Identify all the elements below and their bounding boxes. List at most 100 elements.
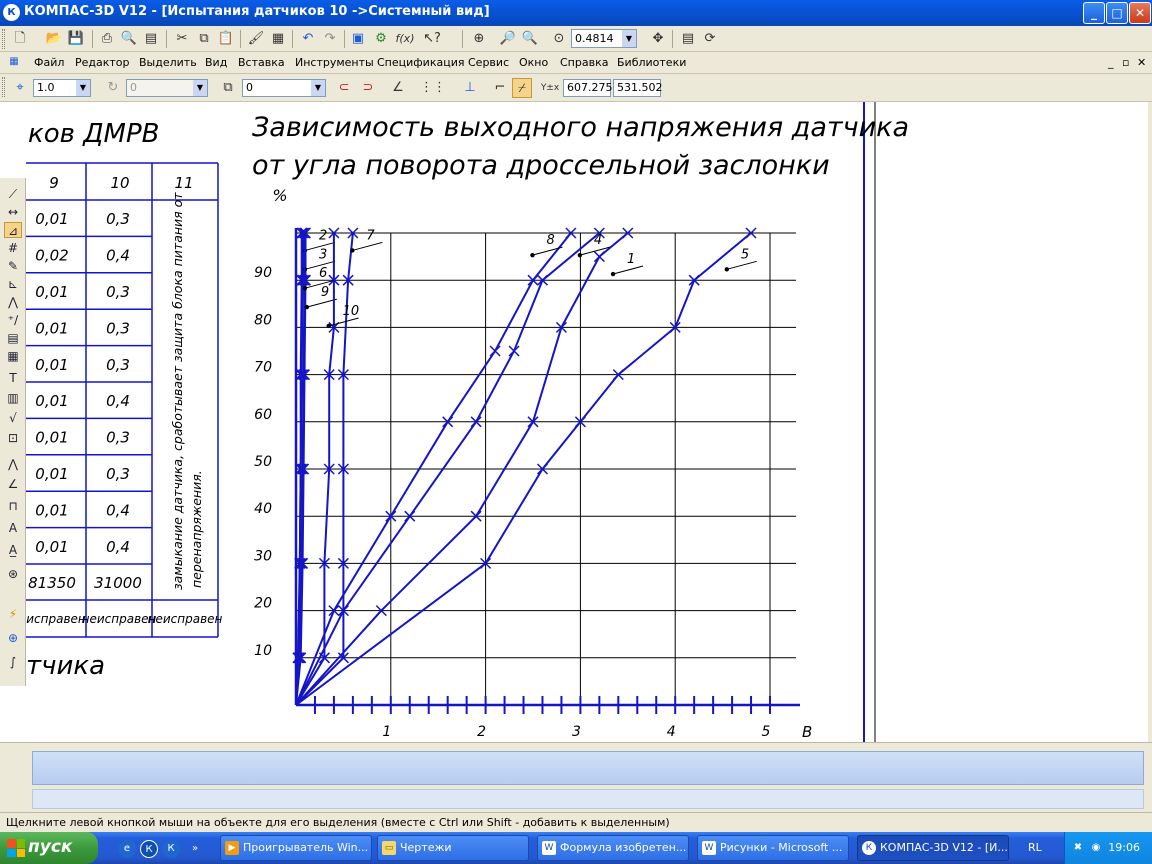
table-icon[interactable]: ▥ (4, 390, 22, 406)
snap-mode-icon[interactable]: ⌿ (512, 78, 532, 98)
cut-icon[interactable]: ✂ (172, 29, 192, 49)
parametrization-icon[interactable]: ✎ (4, 258, 22, 274)
layer-icon[interactable]: ⧉ (218, 78, 238, 98)
task-kompas[interactable]: К КОМПАС-3D V12 - [И... (857, 835, 1009, 861)
format-brush-icon[interactable]: 🖌 (246, 29, 266, 49)
zoom-window-icon[interactable]: ⊕ (469, 29, 489, 49)
maximize-button[interactable]: □ (1106, 2, 1128, 24)
select-icon[interactable]: ⋀ (4, 294, 22, 310)
chevron-down-icon[interactable]: ▼ (311, 80, 325, 96)
manager-icon[interactable]: ▣ (348, 29, 368, 49)
snap-step-icon[interactable]: ⌖ (10, 78, 30, 98)
reports-icon[interactable]: ▤ (4, 330, 22, 346)
volume-icon[interactable]: ◉ (1089, 841, 1103, 855)
marking-icon[interactable]: ⊓ (4, 498, 22, 514)
doc-restore-button[interactable]: ▫ (1122, 56, 1129, 69)
line-leader-icon[interactable]: ⋀ (4, 456, 22, 472)
view-arrow-icon[interactable]: A̲ (4, 542, 22, 558)
print-icon[interactable]: ⎙ (97, 29, 117, 49)
ie-icon[interactable]: e (118, 840, 136, 858)
menu-help[interactable]: Справка (560, 56, 608, 69)
doc-minimize-button[interactable]: _ (1108, 56, 1114, 69)
toolbar-grip[interactable] (2, 29, 5, 49)
menu-edit[interactable]: Редактор (75, 56, 130, 69)
properties-icon[interactable]: ▦ (268, 29, 288, 49)
measure-icon[interactable]: ⊾ (4, 276, 22, 292)
axis-icon[interactable]: ⚡ (4, 606, 22, 622)
dimensions-icon[interactable]: ↔ (4, 204, 22, 220)
zoom-out-icon[interactable]: 🔍 (520, 29, 540, 49)
menu-tools[interactable]: Инструменты (295, 56, 374, 69)
table-icon[interactable]: ▦ (4, 348, 22, 364)
layer-combo[interactable]: 0 ▼ (242, 79, 326, 97)
menu-libraries[interactable]: Библиотеки (617, 56, 686, 69)
start-button[interactable]: пуск (0, 832, 98, 864)
menu-service[interactable]: Сервис (468, 56, 509, 69)
task-media-player[interactable]: ▶ Проигрыватель Win... (220, 835, 372, 861)
task-word-formula[interactable]: W Формула изобретен... (537, 835, 689, 861)
wave-icon[interactable]: ∫ (4, 654, 22, 670)
help-pointer-icon[interactable]: ↖? (422, 29, 442, 49)
print-preview-icon[interactable]: 🔍 (119, 29, 139, 49)
menu-insert[interactable]: Вставка (238, 56, 285, 69)
designations-icon[interactable]: ⊿ (4, 222, 22, 238)
zoom-in-icon[interactable]: 🔎 (498, 29, 518, 49)
system-tray: ✖ ◉ 19:06 (1064, 832, 1152, 864)
save-icon[interactable]: 💾 (66, 29, 86, 49)
menu-file[interactable]: Файл (34, 56, 64, 69)
menu-window[interactable]: Окно (519, 56, 548, 69)
roughness-icon[interactable]: √ (4, 410, 22, 426)
ortho-icon[interactable]: ∠ (388, 78, 408, 98)
kompas-logo-icon[interactable]: К (162, 840, 180, 858)
new-doc-icon[interactable]: 🗋 (10, 29, 30, 49)
chevron-right-icon[interactable]: » (186, 840, 204, 858)
geometry-icon[interactable]: ⟋ (4, 186, 22, 202)
local-cs-icon[interactable]: ⊥ (460, 78, 480, 98)
kompas-logo-icon[interactable]: К (140, 840, 158, 858)
edit-icon[interactable]: # (4, 240, 22, 256)
undo-icon[interactable]: ↶ (298, 29, 318, 49)
x-tick-label: 3 (572, 724, 581, 740)
close-button[interactable]: ✕ (1129, 2, 1151, 24)
menu-specification[interactable]: Спецификация (377, 56, 464, 69)
center-icon[interactable]: ⊛ (4, 566, 22, 582)
doc-close-button[interactable]: ✕ (1137, 56, 1146, 69)
vertical-scrollbar[interactable] (1148, 102, 1152, 742)
task-folder[interactable]: ▭ Чертежи (377, 835, 529, 861)
coord-y-field[interactable]: 531.502 (613, 79, 663, 97)
scan-icon[interactable]: ▤ (141, 29, 161, 49)
grid-icon[interactable]: ⋮⋮ (420, 78, 446, 98)
pan-icon[interactable]: ✥ (648, 29, 668, 49)
zoom-scale-icon[interactable]: ⊙ (549, 29, 569, 49)
menu-view[interactable]: Вид (205, 56, 227, 69)
coord-x-field[interactable]: 607.275 (563, 79, 613, 97)
base-icon[interactable]: ⊡ (4, 430, 22, 446)
local-snap-icon[interactable]: ⊃ (358, 78, 378, 98)
ortho-mode-icon[interactable]: ⌐ (490, 78, 510, 98)
step-combo[interactable]: 1.0 ▼ (33, 79, 91, 97)
copy-icon[interactable]: ⧉ (194, 29, 214, 49)
cut-line-icon[interactable]: A (4, 520, 22, 536)
menu-select[interactable]: Выделить (139, 56, 197, 69)
variables-icon[interactable]: ⚙ (371, 29, 391, 49)
redo-icon[interactable]: ↷ (320, 29, 340, 49)
snap-magnet-icon[interactable]: ⊂ (334, 78, 354, 98)
center-mark-icon[interactable]: ⊕ (4, 630, 22, 646)
text-icon[interactable]: T (4, 370, 22, 386)
language-indicator[interactable]: RL (1028, 841, 1042, 854)
antivirus-icon[interactable]: ✖ (1071, 841, 1085, 855)
task-word-pictures[interactable]: W Рисунки - Microsoft ... (697, 835, 849, 861)
chevron-down-icon[interactable]: ▼ (76, 80, 90, 96)
drawing-canvas[interactable]: ков ДМРВ тчика 9 10 11 0,01 0,3 0,02 0,4 0,0… (26, 102, 1148, 742)
spec-icon[interactable]: ⁺∕ (4, 312, 22, 328)
position-leader-icon[interactable]: ∠ (4, 476, 22, 492)
fx-icon[interactable]: f(x) (395, 29, 415, 49)
refresh-icon[interactable]: ⟳ (700, 29, 720, 49)
minimize-button[interactable]: _ (1083, 2, 1105, 24)
open-icon[interactable]: 📂 (44, 29, 64, 49)
layers-icon[interactable]: ▤ (678, 29, 698, 49)
toolbar-grip[interactable] (2, 77, 5, 97)
chevron-down-icon[interactable]: ▼ (622, 30, 636, 47)
zoom-combo[interactable]: 0.4814 ▼ (571, 29, 637, 48)
paste-icon[interactable]: 📋 (216, 29, 236, 49)
